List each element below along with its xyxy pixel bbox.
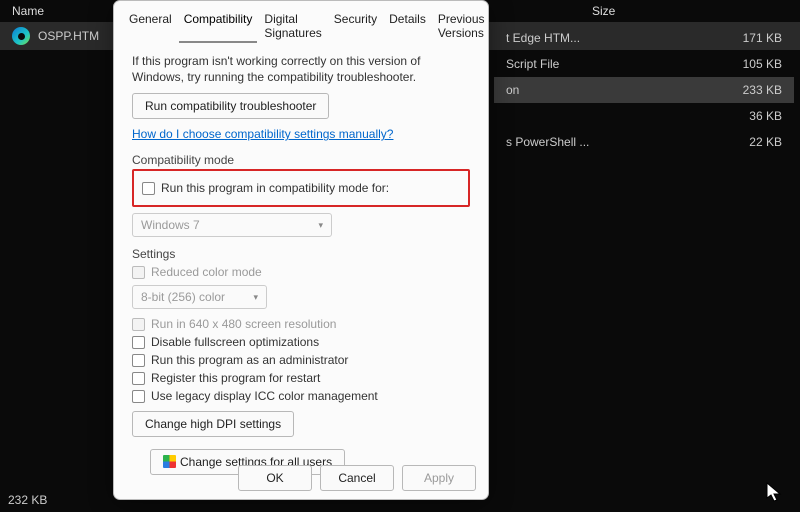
edge-icon — [12, 27, 30, 45]
settings-group-label: Settings — [132, 247, 470, 261]
tab-digital-signatures[interactable]: Digital Signatures — [259, 9, 326, 43]
file-row-bg[interactable]: t Edge HTM...171 KB — [494, 25, 794, 51]
help-link[interactable]: How do I choose compatibility settings m… — [132, 127, 393, 141]
tabs: General Compatibility Digital Signatures… — [114, 1, 488, 43]
file-row-bg[interactable]: 36 KB — [494, 103, 794, 129]
legacy-icc-checkbox[interactable] — [132, 390, 145, 403]
disable-fullscreen-label: Disable fullscreen optimizations — [151, 335, 319, 349]
file-row-bg[interactable]: Script File105 KB — [494, 51, 794, 77]
register-restart-checkbox[interactable] — [132, 372, 145, 385]
tab-compatibility[interactable]: Compatibility — [179, 9, 258, 43]
apply-button[interactable]: Apply — [402, 465, 476, 491]
tab-general[interactable]: General — [124, 9, 177, 43]
cancel-button[interactable]: Cancel — [320, 465, 394, 491]
compat-mode-checkbox[interactable] — [142, 182, 155, 195]
file-list-right: t Edge HTM...171 KB Script File105 KB on… — [494, 25, 794, 155]
compat-group-label: Compatibility mode — [132, 153, 470, 167]
reduced-color-label: Reduced color mode — [151, 265, 262, 279]
compat-os-select[interactable]: Windows 7 ▾ — [132, 213, 332, 237]
tab-details[interactable]: Details — [384, 9, 431, 43]
reduced-color-checkbox[interactable] — [132, 266, 145, 279]
help-text: If this program isn't working correctly … — [132, 53, 470, 85]
ok-button[interactable]: OK — [238, 465, 312, 491]
chevron-down-icon: ▾ — [318, 220, 323, 231]
properties-dialog: General Compatibility Digital Signatures… — [113, 0, 489, 500]
file-row-bg[interactable]: s PowerShell ...22 KB — [494, 129, 794, 155]
dialog-footer: OK Cancel Apply — [114, 457, 488, 499]
run-as-admin-checkbox[interactable] — [132, 354, 145, 367]
run-640x480-label: Run in 640 x 480 screen resolution — [151, 317, 336, 331]
file-name: OSPP.HTM — [38, 29, 99, 43]
file-row-bg[interactable]: on233 KB — [494, 77, 794, 103]
run-640x480-checkbox[interactable] — [132, 318, 145, 331]
compat-mode-label: Run this program in compatibility mode f… — [161, 181, 389, 195]
disable-fullscreen-checkbox[interactable] — [132, 336, 145, 349]
col-size[interactable]: Size — [572, 4, 652, 18]
chevron-down-icon: ▾ — [253, 292, 258, 303]
register-restart-label: Register this program for restart — [151, 371, 320, 385]
run-troubleshooter-button[interactable]: Run compatibility troubleshooter — [132, 93, 329, 119]
tab-previous-versions[interactable]: Previous Versions — [433, 9, 490, 43]
compat-group: Run this program in compatibility mode f… — [132, 169, 470, 207]
run-as-admin-label: Run this program as an administrator — [151, 353, 348, 367]
status-size: 232 KB — [8, 493, 47, 507]
legacy-icc-label: Use legacy display ICC color management — [151, 389, 378, 403]
color-depth-select[interactable]: 8-bit (256) color ▾ — [132, 285, 267, 309]
change-high-dpi-button[interactable]: Change high DPI settings — [132, 411, 294, 437]
tab-security[interactable]: Security — [329, 9, 382, 43]
